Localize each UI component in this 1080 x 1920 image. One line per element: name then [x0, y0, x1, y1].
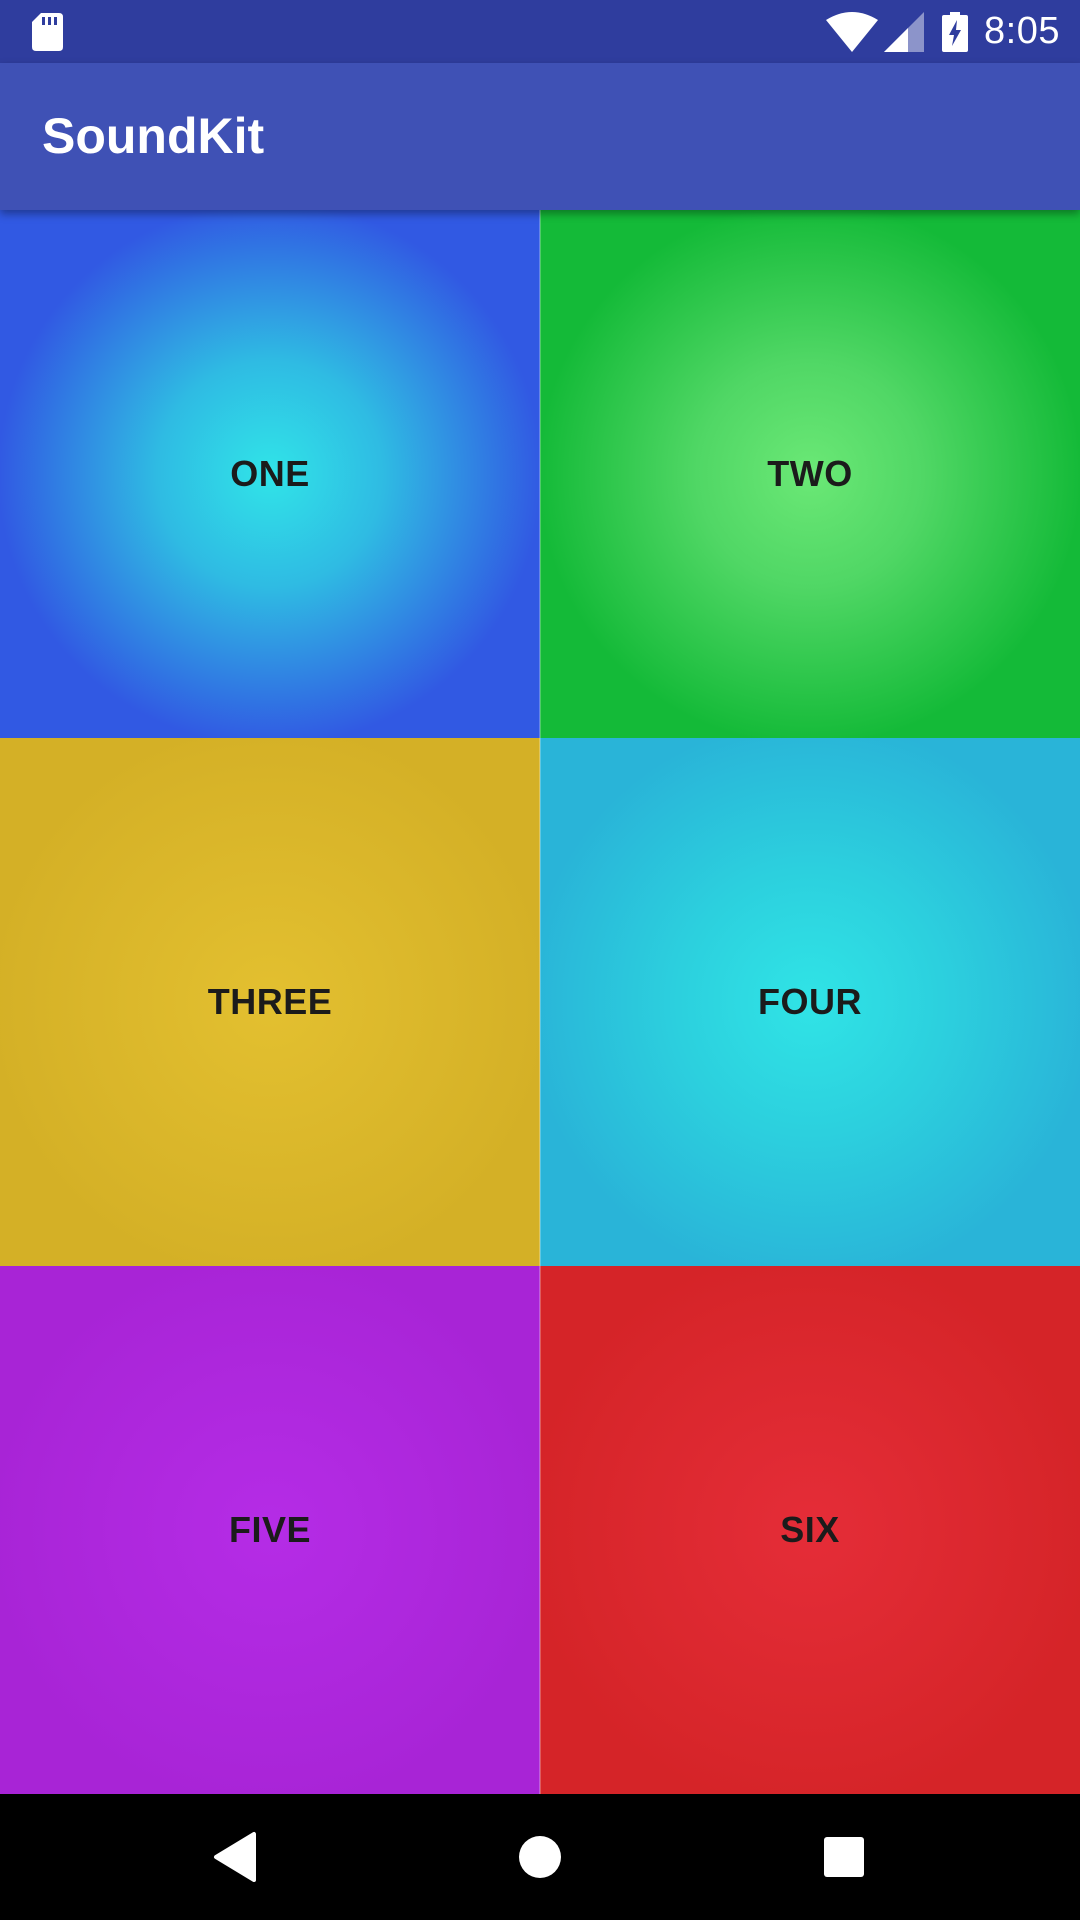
home-icon[interactable] — [510, 1827, 570, 1887]
navigation-bar — [0, 1794, 1080, 1920]
pad-label: ONE — [230, 453, 310, 494]
screen: 8:05 SoundKit ONE TWO THREE FOUR FIVE SI… — [0, 0, 1080, 1920]
back-icon[interactable] — [206, 1827, 266, 1887]
pad-two-button[interactable]: TWO — [540, 210, 1080, 738]
app-title: SoundKit — [42, 108, 265, 164]
pad-four-button[interactable]: FOUR — [540, 738, 1080, 1266]
pad-one-button[interactable]: ONE — [0, 210, 540, 738]
pad-five-button[interactable]: FIVE — [0, 1266, 540, 1794]
status-clock: 8:05 — [984, 10, 1060, 52]
pad-label: FOUR — [758, 981, 862, 1022]
battery-charging-icon — [942, 11, 969, 52]
pad-label: SIX — [780, 1509, 840, 1550]
pad-label: FIVE — [228, 1509, 311, 1550]
pad-label: TWO — [767, 453, 853, 494]
status-icons: 8:05 — [826, 0, 1060, 63]
pad-three-button[interactable]: THREE — [0, 738, 540, 1266]
wifi-icon — [826, 11, 879, 52]
app-bar: SoundKit — [0, 63, 1080, 210]
status-bar: 8:05 — [0, 0, 1080, 63]
pad-label: THREE — [207, 981, 333, 1022]
recents-icon[interactable] — [814, 1827, 874, 1887]
pad-six-button[interactable]: SIX — [540, 1266, 1080, 1794]
signal-icon — [884, 11, 925, 52]
pad-divider — [539, 210, 541, 1794]
sd-card-icon — [32, 13, 63, 51]
